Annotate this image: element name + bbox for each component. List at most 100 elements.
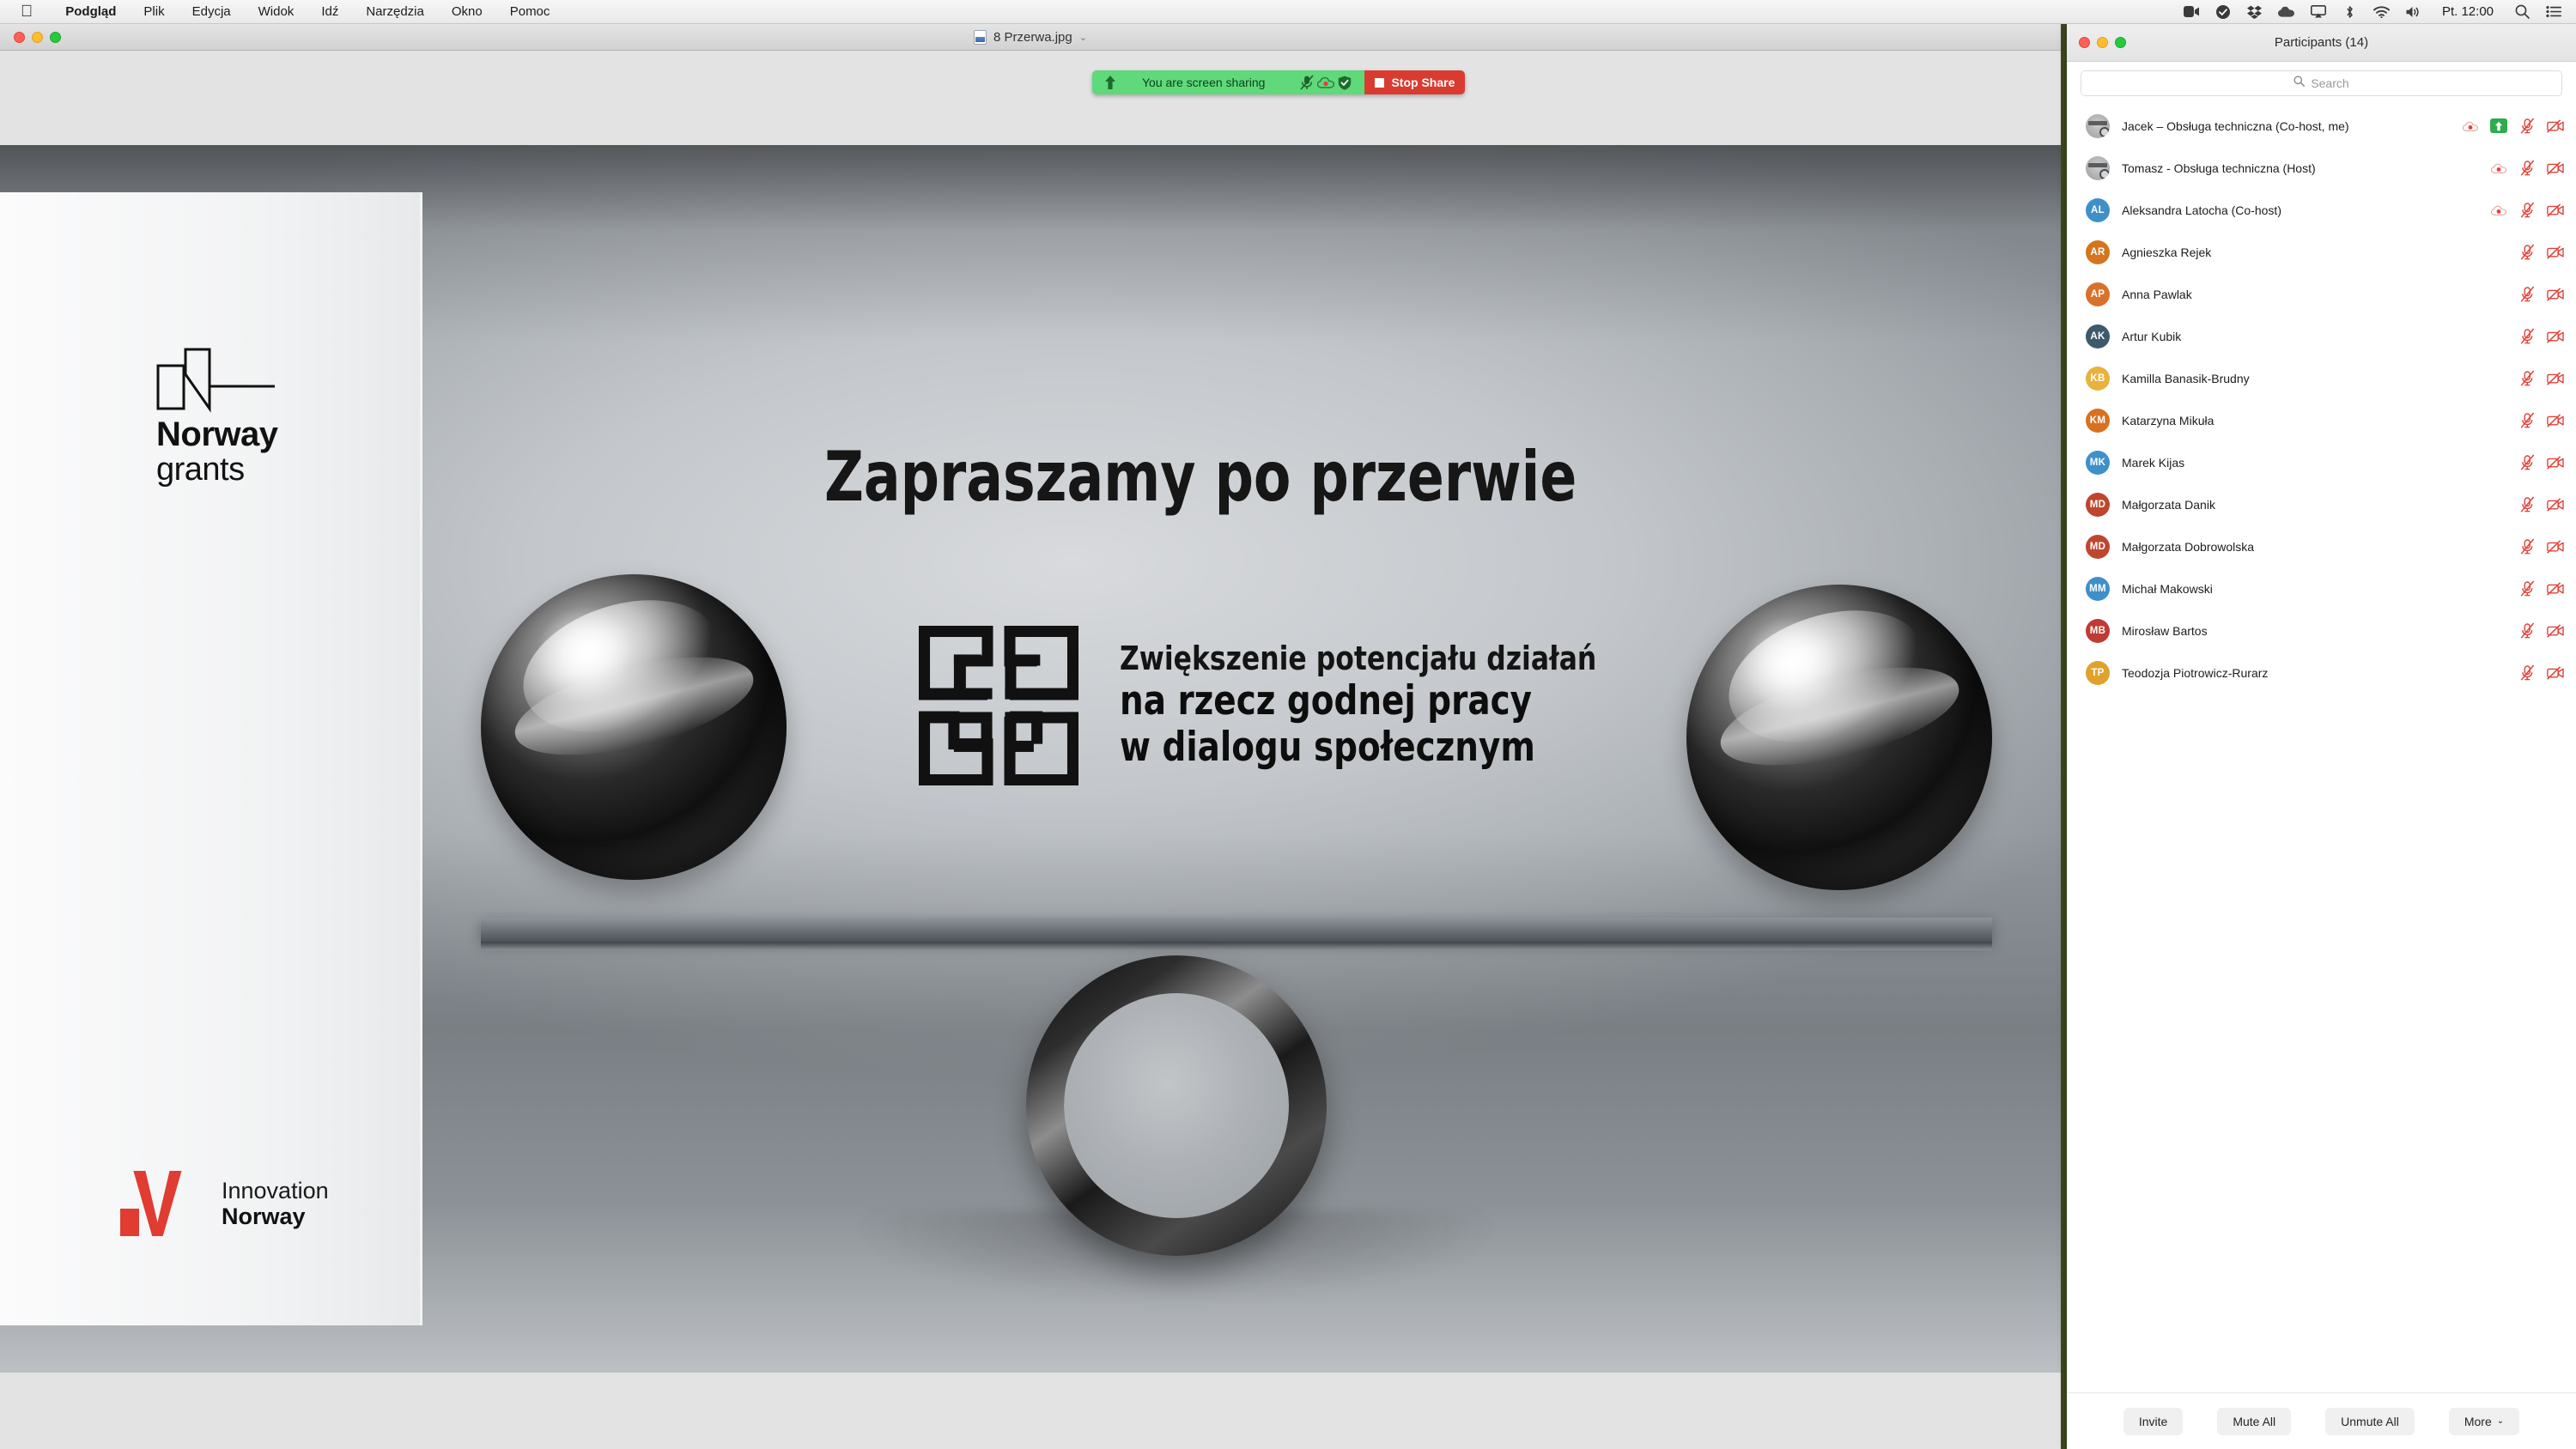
mic-muted-icon[interactable] [1297,74,1316,91]
mic-muted-icon[interactable] [2518,496,2536,513]
record-icon [2490,160,2507,177]
mic-muted-icon[interactable] [2518,328,2536,345]
participants-title: Participants (14) [2274,35,2369,50]
video-off-icon[interactable] [2547,244,2564,261]
more-button[interactable]: More ⌄ [2448,1407,2520,1435]
participant-row[interactable]: AK Artur Kubik [2067,315,2576,357]
norway-grants-line2: grants [156,452,245,488]
participant-row[interactable]: AP Anna Pawlak [2067,273,2576,315]
menu-item-idz[interactable]: Idź [307,4,352,19]
control-center-icon[interactable] [2545,4,2562,20]
participant-row[interactable]: MD Małgorzata Dobrowolska [2067,525,2576,567]
participant-name: Aleksandra Latocha (Co-host) [2122,203,2281,217]
menu-item-widok[interactable]: Widok [245,4,308,19]
dropbox-icon[interactable] [2246,4,2263,20]
participant-row[interactable]: Jacek – Obsługa techniczna (Co-host, me) [2067,105,2576,147]
video-off-icon[interactable] [2547,328,2564,345]
participant-row[interactable]: MB Mirosław Bartos [2067,609,2576,652]
video-off-icon[interactable] [2547,454,2564,471]
mic-muted-icon[interactable] [2518,454,2536,471]
wifi-icon[interactable] [2373,4,2391,20]
invite-button[interactable]: Invite [2123,1407,2184,1435]
mic-muted-icon[interactable] [2518,622,2536,640]
mic-muted-icon[interactable] [2518,244,2536,261]
video-off-icon[interactable] [2547,160,2564,177]
participant-row[interactable]: KB Kamilla Banasik-Brudny [2067,357,2576,399]
participant-status-icons [2490,160,2564,177]
mute-all-button[interactable]: Mute All [2217,1407,2292,1435]
menu-item-podglad[interactable]: Podgląd [52,4,130,19]
balance-beam [481,918,1992,942]
stop-share-button[interactable]: Stop Share [1364,70,1466,94]
video-off-icon[interactable] [2547,664,2564,682]
search-input[interactable]: Search [2081,70,2562,96]
share-badge-icon [2490,118,2507,135]
search-icon[interactable] [2513,4,2530,20]
mic-muted-icon[interactable] [2518,538,2536,555]
mic-muted-icon[interactable] [2518,286,2536,303]
participant-row[interactable]: MM Michał Makowski [2067,567,2576,609]
participants-list[interactable]: Jacek – Obsługa techniczna (Co-host, me)… [2067,103,2576,1392]
menu-item-plik[interactable]: Plik [130,4,178,19]
avatar: MM [2086,576,2110,601]
bluetooth-icon[interactable] [2342,4,2359,20]
video-off-icon[interactable] [2547,118,2564,135]
participant-row[interactable]: Tomasz - Obsługa techniczna (Host) [2067,147,2576,189]
menu-item-narzedzia[interactable]: Narzędzia [352,4,438,19]
avatar [2086,155,2110,180]
mute-all-label: Mute All [2233,1414,2276,1428]
record-icon [2490,202,2507,219]
avatar: AL [2086,197,2110,222]
video-off-icon[interactable] [2547,412,2564,429]
video-off-icon[interactable] [2547,370,2564,387]
participant-name: Mirosław Bartos [2122,623,2208,638]
airplay-icon[interactable] [2310,4,2327,20]
preview-file-name[interactable]: 8 Przerwa.jpg [993,30,1072,45]
checkmark-circle-icon[interactable] [2215,4,2232,20]
avatar: MD [2086,534,2110,559]
innovation-norway-words: Innovation Norway [222,1178,329,1229]
unmute-all-label: Unmute All [2341,1414,2399,1428]
mic-muted-icon[interactable] [2518,370,2536,387]
zoom-participants-window: Participants (14) Search Jacek – Obsługa… [2067,24,2576,1449]
stop-share-label: Stop Share [1391,76,1455,89]
participant-row[interactable]: MD Małgorzata Danik [2067,483,2576,525]
avatar: KB [2086,366,2110,391]
mic-muted-icon[interactable] [2518,160,2536,177]
menu-item-okno[interactable]: Okno [438,4,496,19]
mic-muted-icon[interactable] [2518,412,2536,429]
zoom-video-icon[interactable] [2183,4,2200,20]
video-off-icon[interactable] [2547,286,2564,303]
participant-name: Małgorzata Danik [2122,497,2215,512]
mic-muted-icon[interactable] [2518,118,2536,135]
menu-item-pomoc[interactable]: Pomoc [496,4,564,19]
participant-name: Michał Makowski [2122,581,2213,596]
participant-row[interactable]: AR Agnieszka Rejek [2067,231,2576,273]
video-off-icon[interactable] [2547,622,2564,640]
participants-titlebar[interactable]: Participants (14) [2067,24,2576,62]
chevron-down-icon[interactable]: ⌄ [1079,32,1087,43]
volume-icon[interactable] [2405,4,2422,20]
apple-icon[interactable]:  [21,3,33,20]
video-off-icon[interactable] [2547,496,2564,513]
participant-row[interactable]: AL Aleksandra Latocha (Co-host) [2067,189,2576,231]
participant-row[interactable]: MK Marek Kijas [2067,441,2576,483]
preview-titlebar[interactable]: 8 Przerwa.jpg ⌄ [0,24,2061,51]
participant-row[interactable]: TP Teodozja Piotrowicz-Rurarz [2067,652,2576,694]
menu-item-edycja[interactable]: Edycja [179,4,245,19]
video-off-icon[interactable] [2547,538,2564,555]
video-off-icon[interactable] [2547,202,2564,219]
menu-bar-clock[interactable]: Pt. 12:00 [2442,4,2494,19]
unmute-all-button[interactable]: Unmute All [2325,1407,2415,1435]
participant-status-icons [2518,664,2564,682]
onedrive-cloud-icon[interactable] [2278,4,2295,20]
participant-name: Agnieszka Rejek [2122,245,2212,259]
mic-muted-icon[interactable] [2518,580,2536,597]
mic-muted-icon[interactable] [2518,202,2536,219]
mic-muted-icon[interactable] [2518,664,2536,682]
shield-icon[interactable] [1335,74,1354,91]
screen-share-bar: You are screen sharing Stop Share [1092,70,1466,94]
participant-row[interactable]: KM Katarzyna Mikuła [2067,399,2576,441]
cloud-record-icon[interactable] [1316,74,1335,91]
video-off-icon[interactable] [2547,580,2564,597]
